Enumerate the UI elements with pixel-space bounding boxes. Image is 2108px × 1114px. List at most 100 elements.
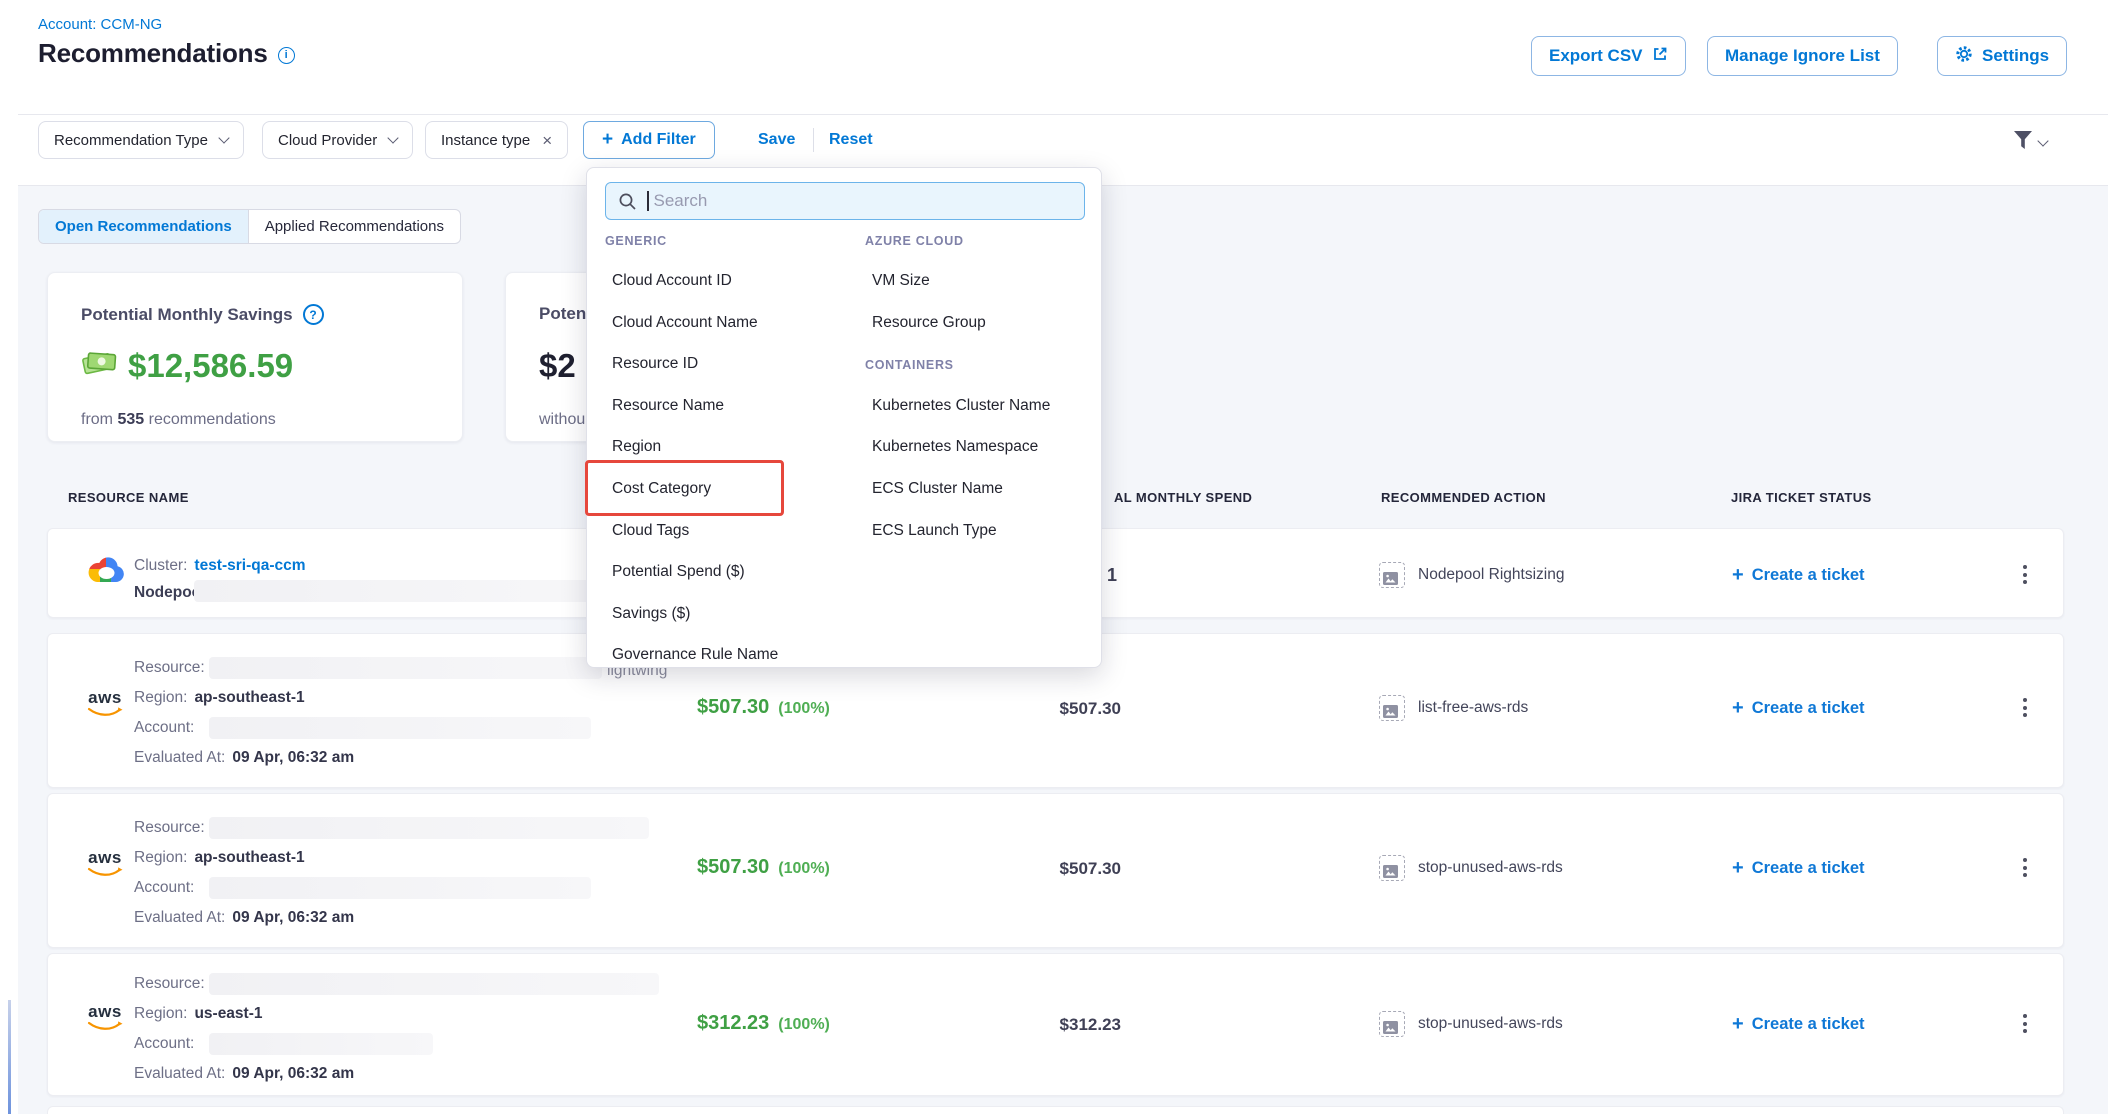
filter-chip-instance-type[interactable]: Instance type × xyxy=(425,121,568,159)
region-line: Region: ap-southeast-1 xyxy=(134,847,305,869)
info-icon[interactable]: i xyxy=(278,47,295,64)
help-icon[interactable]: ? xyxy=(303,304,324,325)
evaluated-line: Evaluated At: 09 Apr, 06:32 am xyxy=(134,747,354,769)
row-menu-button[interactable] xyxy=(2017,1008,2033,1039)
filter-option-savings[interactable]: Savings ($) xyxy=(612,605,690,627)
aws-wordmark: aws xyxy=(87,690,123,705)
add-filter-button[interactable]: + Add Filter xyxy=(583,121,715,159)
search-input[interactable] xyxy=(652,190,1052,212)
section-heading-containers: CONTAINERS xyxy=(865,358,954,372)
filter-option-vm-size[interactable]: VM Size xyxy=(872,272,930,294)
filter-option-governance-rule-name[interactable]: Governance Rule Name xyxy=(612,646,778,668)
funnel-icon xyxy=(2012,130,2034,155)
add-filter-dropdown: GENERIC Cloud Account ID Cloud Account N… xyxy=(586,167,1102,668)
recommended-action-cell: Nodepool Rightsizing xyxy=(1379,562,1564,588)
filter-option-ecs-cluster-name[interactable]: ECS Cluster Name xyxy=(872,480,1003,502)
plus-icon: + xyxy=(1732,564,1744,587)
filter-option-kubernetes-cluster-name[interactable]: Kubernetes Cluster Name xyxy=(872,397,1050,419)
table-row[interactable]: aws Resource: Region: ap-southeast-1 Acc… xyxy=(47,793,2064,948)
savings-amount: $507.30 xyxy=(697,856,769,879)
export-csv-button[interactable]: Export CSV xyxy=(1531,36,1686,76)
image-placeholder-icon xyxy=(1379,562,1405,588)
filter-option-potential-spend[interactable]: Potential Spend ($) xyxy=(612,563,745,585)
filter-option-kubernetes-namespace[interactable]: Kubernetes Namespace xyxy=(872,438,1038,460)
column-header-jira-ticket-status: JIRA TICKET STATUS xyxy=(1731,490,1872,505)
plus-icon: + xyxy=(1732,857,1744,880)
gcp-icon xyxy=(87,554,125,589)
filter-option-resource-group[interactable]: Resource Group xyxy=(872,314,986,336)
evaluated-value: 09 Apr, 06:32 am xyxy=(232,749,354,767)
region-value: us-east-1 xyxy=(194,1005,262,1023)
spend-caption: withou xyxy=(539,411,585,429)
chevron-down-icon xyxy=(218,132,229,143)
filter-option-resource-id[interactable]: Resource ID xyxy=(612,355,698,377)
plus-icon: + xyxy=(1732,1013,1744,1036)
create-ticket-label: Create a ticket xyxy=(1752,859,1865,878)
redacted-account-name xyxy=(209,1033,433,1055)
potential-monthly-savings-card: Potential Monthly Savings ? $12,586.59 f… xyxy=(47,272,463,442)
recommendations-page: Account: CCM-NG Recommendations i Export… xyxy=(0,0,2108,1114)
region-value: ap-southeast-1 xyxy=(194,689,304,707)
settings-button[interactable]: Settings xyxy=(1937,36,2067,76)
filter-option-region[interactable]: Region xyxy=(612,438,661,460)
export-csv-label: Export CSV xyxy=(1549,46,1643,66)
manage-ignore-list-button[interactable]: Manage Ignore List xyxy=(1707,36,1898,76)
table-row[interactable]: aws Resource: Region: us-east-1 Account:… xyxy=(47,953,2064,1096)
cluster-link[interactable]: test-sri-qa-ccm xyxy=(194,557,305,575)
filter-option-cloud-account-id[interactable]: Cloud Account ID xyxy=(612,272,732,294)
savings-percent: (100%) xyxy=(778,860,830,878)
page-title: Recommendations xyxy=(38,38,268,69)
column-header-recommended-action: RECOMMENDED ACTION xyxy=(1381,490,1546,505)
dropdown-search[interactable] xyxy=(605,182,1085,220)
create-ticket-button[interactable]: + Create a ticket xyxy=(1732,564,1865,587)
savings-card-title: Potential Monthly Savings xyxy=(81,305,293,325)
aws-icon: aws xyxy=(87,1004,123,1037)
save-reset-divider xyxy=(813,128,814,152)
recommended-action-label: stop-unused-aws-rds xyxy=(1418,859,1563,877)
filter-chip-cloud-provider[interactable]: Cloud Provider xyxy=(262,121,413,159)
redacted-nodepool-name xyxy=(194,580,631,602)
region-label: Region: xyxy=(134,849,187,867)
recommended-action-label: Nodepool Rightsizing xyxy=(1418,566,1564,584)
create-ticket-button[interactable]: + Create a ticket xyxy=(1732,1013,1865,1036)
save-filter-button[interactable]: Save xyxy=(758,121,795,159)
filter-option-ecs-launch-type[interactable]: ECS Launch Type xyxy=(872,522,997,544)
row-menu-button[interactable] xyxy=(2017,559,2033,590)
reset-filter-button[interactable]: Reset xyxy=(829,121,873,159)
image-placeholder-icon xyxy=(1379,695,1405,721)
create-ticket-button[interactable]: + Create a ticket xyxy=(1732,857,1865,880)
create-ticket-button[interactable]: + Create a ticket xyxy=(1732,697,1865,720)
image-placeholder-icon xyxy=(1379,1011,1405,1037)
settings-label: Settings xyxy=(1982,46,2049,66)
recommendation-count: 535 xyxy=(117,411,144,428)
savings-amount: $507.30 xyxy=(697,696,769,719)
region-line: Region: us-east-1 xyxy=(134,1003,263,1025)
breadcrumb[interactable]: Account: CCM-NG xyxy=(38,16,162,33)
account-label: Account: xyxy=(134,719,194,737)
savings-percent: (100%) xyxy=(778,1016,830,1034)
filter-panel-toggle[interactable] xyxy=(2012,130,2047,155)
tab-open-recommendations[interactable]: Open Recommendations xyxy=(39,210,249,243)
filter-option-cloud-tags[interactable]: Cloud Tags xyxy=(612,522,689,544)
plus-icon: + xyxy=(602,129,613,151)
resource-label: Resource: xyxy=(134,659,205,677)
row-menu-button[interactable] xyxy=(2017,852,2033,883)
region-line: Region: ap-southeast-1 xyxy=(134,687,305,709)
tab-applied-recommendations[interactable]: Applied Recommendations xyxy=(249,210,460,243)
savings-card-title-row: Potential Monthly Savings ? xyxy=(81,304,324,325)
row-menu-button[interactable] xyxy=(2017,692,2033,723)
resource-label: Resource: xyxy=(134,819,205,837)
potential-savings-cell: $507.30 (100%) xyxy=(697,696,830,719)
account-label: Account: xyxy=(134,879,194,897)
chip-label: Cloud Provider xyxy=(278,132,377,149)
resource-line: Resource: xyxy=(134,657,205,679)
filter-option-cloud-account-name[interactable]: Cloud Account Name xyxy=(612,314,758,336)
filter-option-resource-name[interactable]: Resource Name xyxy=(612,397,724,419)
redacted-resource-name xyxy=(209,657,602,679)
filter-chip-recommendation-type[interactable]: Recommendation Type xyxy=(38,121,244,159)
close-icon[interactable]: × xyxy=(542,132,552,149)
evaluated-label: Evaluated At: xyxy=(134,749,225,767)
section-heading-azure-cloud: AZURE CLOUD xyxy=(865,234,964,248)
recommended-action-label: stop-unused-aws-rds xyxy=(1418,1015,1563,1033)
column-header-resource-name: RESOURCE NAME xyxy=(68,490,189,505)
